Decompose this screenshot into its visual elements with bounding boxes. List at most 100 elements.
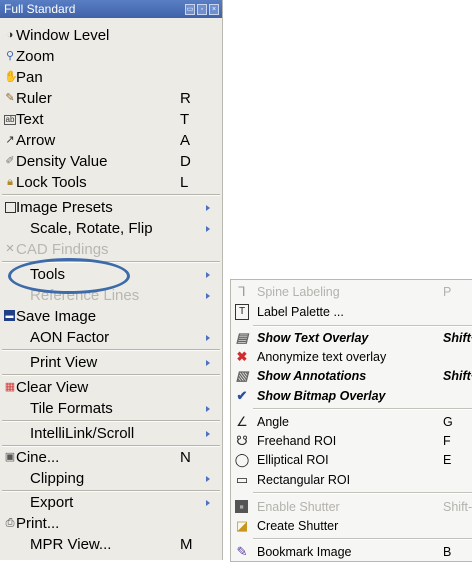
submenu-item-label: Spine Labeling — [257, 285, 340, 299]
menu-item-label: Lock Tools — [16, 174, 87, 191]
menu-item-print-view[interactable]: Print View — [0, 352, 222, 373]
menu-separator — [2, 349, 220, 351]
submenu-item-label: Elliptical ROI — [257, 453, 329, 467]
menu-separator — [2, 420, 220, 422]
menu-item-density-value[interactable]: ✐ Density Value D — [0, 151, 222, 172]
menu-item-label: Pan — [16, 69, 43, 86]
submenu-arrow-icon — [206, 272, 210, 278]
presets-icon — [5, 202, 16, 213]
menu-item-pan[interactable]: ✋ Pan — [0, 67, 222, 88]
submenu-item-rectangular-roi[interactable]: ▭ Rectangular ROI — [231, 470, 472, 490]
submenu-item-label: Bookmark Image — [257, 545, 352, 559]
menu-title: Full Standard — [4, 2, 76, 16]
ruler-icon: ✎ — [5, 92, 15, 104]
submenu-item-label-palette[interactable]: T Label Palette ... — [231, 302, 472, 322]
submenu-item-label: Label Palette ... — [257, 305, 344, 319]
submenu-item-bookmark-image[interactable]: ✎ Bookmark Image B — [231, 542, 472, 562]
context-menu: Full Standard ▭ ◦ × ◑ Window Level ⚲ Zoo… — [0, 0, 223, 560]
menu-title-bar[interactable]: Full Standard ▭ ◦ × — [0, 0, 222, 18]
submenu-item-anonymize-text-overlay[interactable]: ✖ Anonymize text overlay — [231, 347, 472, 367]
submenu-item-label: Show Text Overlay — [257, 331, 369, 345]
menu-item-image-presets[interactable]: Image Presets — [0, 197, 222, 218]
menu-item-label: Clear View — [16, 379, 89, 396]
printer-icon: ⎙ — [5, 517, 15, 529]
menu-item-export[interactable]: Export — [0, 492, 222, 513]
menu-item-save-image[interactable]: ▬ Save Image — [0, 306, 222, 327]
menu-item-ruler[interactable]: ✎ Ruler R — [0, 88, 222, 109]
shortcut-key: F — [443, 434, 451, 448]
shortcut-key: L — [180, 174, 189, 191]
menu-item-label: Print View — [30, 354, 98, 371]
submenu-separator — [253, 492, 472, 494]
submenu-item-label: Enable Shutter — [257, 500, 340, 514]
menu-item-clipping[interactable]: Clipping — [0, 468, 222, 489]
dropper-icon: ✐ — [5, 155, 15, 167]
menu-item-label: Zoom — [16, 48, 55, 65]
text-icon: ab — [4, 115, 16, 125]
submenu-item-show-text-overlay[interactable]: ▤ Show Text Overlay Shift+ — [231, 328, 472, 348]
menu-item-label: Tile Formats — [30, 400, 113, 417]
submenu-item-enable-shutter: ▪ Enable Shutter Shift- — [231, 497, 472, 517]
title-buttons: ▭ ◦ × — [185, 4, 219, 15]
submenu-item-create-shutter[interactable]: ◪ Create Shutter — [231, 516, 472, 536]
submenu-arrow-icon — [206, 500, 210, 506]
menu-item-window-level[interactable]: ◑ Window Level — [0, 25, 222, 46]
rectangle-icon: ▭ — [235, 472, 249, 487]
restore-icon[interactable]: ◦ — [197, 4, 207, 15]
submenu-item-angle[interactable]: ∠ Angle G — [231, 412, 472, 432]
submenu-arrow-icon — [206, 360, 210, 366]
menu-item-arrow[interactable]: ↗ Arrow A — [0, 130, 222, 151]
menu-item-lock-tools[interactable]: 🔒︎ Lock Tools L — [0, 172, 222, 193]
arrow-icon: ↗ — [5, 134, 15, 146]
shortcut-key: M — [180, 536, 193, 553]
submenu-item-elliptical-roi[interactable]: ◯ Elliptical ROI E — [231, 450, 472, 470]
shortcut-key: Shift- — [443, 500, 472, 514]
menu-item-intellilink-scroll[interactable]: IntelliLink/Scroll — [0, 423, 222, 444]
anonymize-icon: ✖ — [236, 349, 248, 364]
text-overlay-icon: ▤ — [235, 330, 249, 345]
menu-item-mpr-view[interactable]: MPR View... M — [0, 534, 222, 555]
highlight-oval — [8, 258, 130, 294]
menu-item-label: IntelliLink/Scroll — [30, 425, 135, 442]
submenu-item-label: Angle — [257, 415, 289, 429]
menu-item-label: Print... — [16, 515, 60, 532]
spine-icon: ⅂ — [238, 284, 246, 299]
menu-item-cad-findings: ✕ CAD Findings — [0, 239, 222, 260]
clear-view-icon: ▦ — [4, 381, 16, 393]
submenu-item-label: Anonymize text overlay — [257, 350, 387, 364]
submenu-item-spine-labeling: ⅂ Spine Labeling P — [231, 282, 472, 302]
angle-icon: ∠ — [236, 414, 248, 429]
film-icon: ▣ — [4, 451, 16, 463]
menu-item-label: Clipping — [30, 470, 85, 487]
menu-item-label: Ruler — [16, 90, 52, 107]
close-icon[interactable]: × — [209, 4, 219, 15]
shortcut-key: Shift+ — [443, 331, 472, 345]
submenu-item-label: Freehand ROI — [257, 434, 337, 448]
shortcut-key: E — [443, 453, 452, 467]
menu-item-cine[interactable]: ▣ Cine... N — [0, 447, 222, 468]
submenu-item-freehand-roi[interactable]: ☋ Freehand ROI F — [231, 431, 472, 451]
menu-item-label: Density Value — [16, 153, 108, 170]
shortcut-key: P — [443, 285, 452, 299]
label-palette-icon: T — [235, 304, 249, 320]
shortcut-key: D — [180, 153, 191, 170]
menu-item-text[interactable]: ab Text T — [0, 109, 222, 130]
shortcut-key: B — [443, 545, 452, 559]
menu-item-label: MPR View... — [30, 536, 112, 553]
menu-item-print[interactable]: ⎙ Print... — [0, 513, 222, 534]
shutter-icon: ▪ — [235, 500, 248, 513]
floppy-disk-icon: ▬ — [4, 310, 15, 321]
menu-item-label: Image Presets — [16, 199, 113, 216]
menu-item-aon-factor[interactable]: AON Factor — [0, 327, 222, 348]
menu-item-label: Cine... — [16, 449, 60, 466]
menu-item-scale-rotate-flip[interactable]: Scale, Rotate, Flip — [0, 218, 222, 239]
submenu-item-show-annotations[interactable]: ▧ Show Annotations Shift+ — [231, 366, 472, 386]
submenu-separator — [253, 408, 472, 410]
submenu-separator — [253, 325, 472, 327]
minimize-icon[interactable]: ▭ — [185, 4, 195, 15]
magnifier-icon: ⚲ — [5, 50, 15, 62]
menu-item-clear-view[interactable]: ▦ Clear View — [0, 377, 222, 398]
menu-item-tile-formats[interactable]: Tile Formats — [0, 398, 222, 419]
submenu-item-show-bitmap-overlay[interactable]: ✔ Show Bitmap Overlay — [231, 386, 472, 406]
menu-item-zoom[interactable]: ⚲ Zoom — [0, 46, 222, 67]
